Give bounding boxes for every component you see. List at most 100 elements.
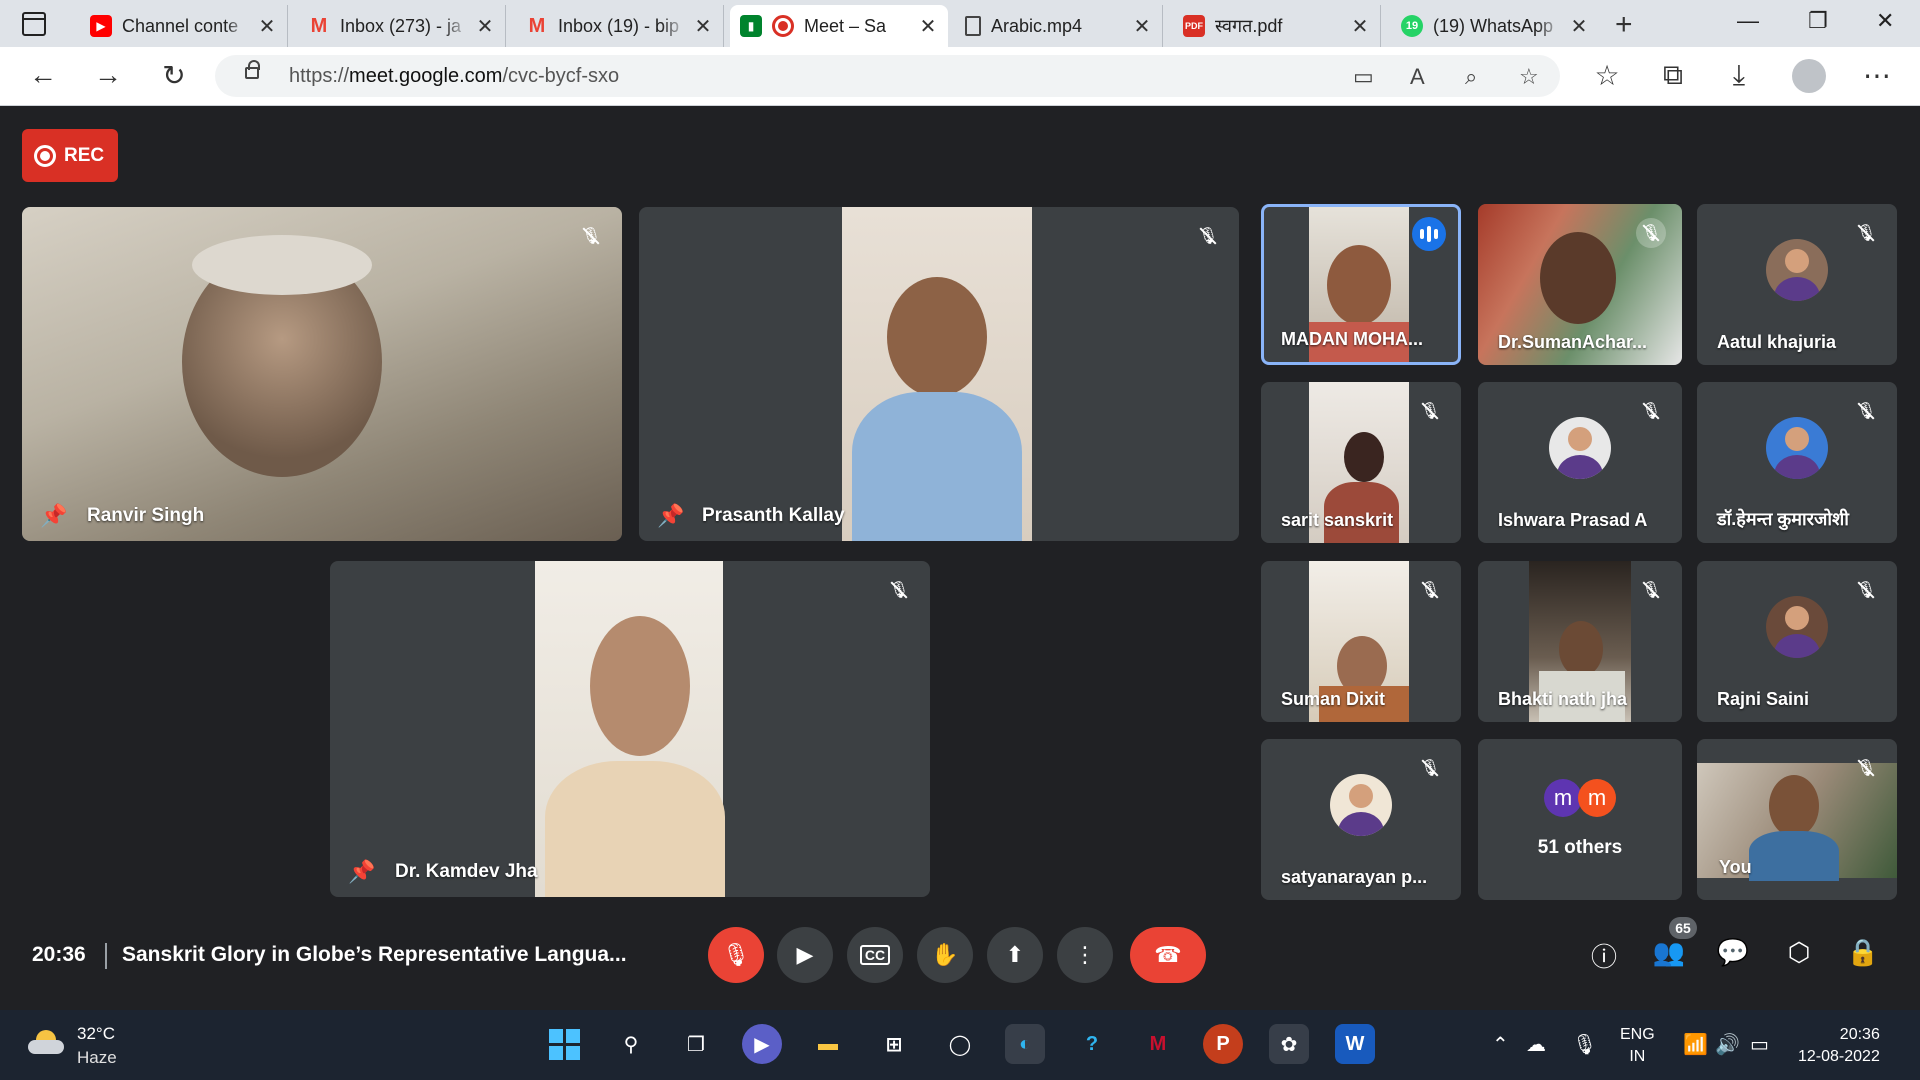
tab-title: स्वगत.pdf bbox=[1215, 16, 1283, 36]
wifi-icon[interactable]: 📶 bbox=[1683, 1032, 1708, 1057]
search-icon[interactable]: ⚲ bbox=[611, 1024, 651, 1064]
pin-icon[interactable]: 📌 bbox=[657, 503, 684, 529]
github-icon[interactable]: ◯ bbox=[940, 1024, 980, 1064]
participant-tile-prasanth[interactable]: 🎙 📌 Prasanth Kallay bbox=[639, 207, 1239, 541]
system-clock[interactable]: 20:36 12-08-2022 bbox=[1798, 1024, 1880, 1068]
lock-icon[interactable] bbox=[245, 60, 260, 79]
present-screen-icon: ⬆ bbox=[1005, 942, 1025, 967]
weather-temperature[interactable]: 32°C bbox=[77, 1024, 115, 1044]
raise-hand-button[interactable]: ✋ bbox=[917, 927, 973, 983]
mic-off-icon: 🎙 bbox=[1636, 218, 1666, 248]
more-menu-icon[interactable]: ⋯ bbox=[1860, 59, 1894, 92]
participant-tile-ranvir[interactable]: 🎙 📌 Ranvir Singh bbox=[22, 207, 622, 541]
weather-haze-icon[interactable] bbox=[28, 1030, 64, 1054]
tab-pdf[interactable]: PDF स्वगत.pdf ✕ bbox=[1173, 5, 1381, 47]
help-icon[interactable]: ? bbox=[1072, 1024, 1112, 1064]
powerpoint-icon[interactable]: P bbox=[1203, 1024, 1243, 1064]
more-options-button[interactable]: ⋮ bbox=[1057, 927, 1113, 983]
tab-title: Inbox (19) - bip bbox=[558, 15, 680, 36]
pdf-icon: PDF bbox=[1183, 15, 1205, 37]
zoom-icon[interactable]: ⌕ bbox=[1465, 64, 1477, 90]
participant-tile-suman-achar[interactable]: 🎙 Dr.SumanAchar... bbox=[1478, 204, 1682, 365]
camera-toggle-button[interactable]: ▶ bbox=[777, 927, 833, 983]
profile-avatar[interactable] bbox=[1792, 59, 1826, 93]
participant-tile-aatul[interactable]: 🎙 Aatul khajuria bbox=[1697, 204, 1897, 365]
close-tab-icon[interactable]: ✕ bbox=[1569, 14, 1589, 39]
tab-meet[interactable]: ▮ Meet – Sa ✕ bbox=[730, 5, 948, 47]
mcafee-icon[interactable]: M bbox=[1138, 1024, 1178, 1064]
tab-arabic-file[interactable]: Arabic.mp4 ✕ bbox=[955, 5, 1163, 47]
file-explorer-icon[interactable]: ▬ bbox=[808, 1024, 848, 1064]
present-button[interactable]: ⬆ bbox=[987, 927, 1043, 983]
participant-tile-bhakti[interactable]: 🎙 Bhakti nath jha bbox=[1478, 561, 1682, 722]
tab-gmail-2[interactable]: M Inbox (19) - bip ✕ bbox=[516, 5, 724, 47]
mic-off-icon: 🎙 bbox=[1415, 575, 1445, 605]
participant-tile-satyanarayan[interactable]: 🎙 satyanarayan p... bbox=[1261, 739, 1461, 900]
tab-whatsapp[interactable]: 19 (19) WhatsApp ✕ bbox=[1391, 5, 1599, 47]
tab-actions-icon[interactable] bbox=[22, 12, 46, 36]
volume-icon[interactable]: 🔊 bbox=[1715, 1032, 1740, 1057]
pin-icon[interactable]: 📌 bbox=[40, 503, 67, 529]
host-controls-icon[interactable]: 🔒 bbox=[1843, 937, 1883, 968]
minimize-icon[interactable]: — bbox=[1737, 8, 1759, 34]
close-tab-icon[interactable]: ✕ bbox=[918, 14, 938, 39]
chat-icon[interactable]: 💬 bbox=[1713, 937, 1753, 968]
close-tab-icon[interactable]: ✕ bbox=[1350, 14, 1370, 39]
close-tab-icon[interactable]: ✕ bbox=[1132, 14, 1152, 39]
add-favorite-icon[interactable]: ☆ bbox=[1519, 64, 1539, 90]
activities-icon[interactable]: ⬡ bbox=[1779, 937, 1819, 968]
collections-icon[interactable]: ⧉ bbox=[1656, 59, 1690, 92]
participant-tile-madan[interactable]: MADAN MOHA... bbox=[1261, 204, 1461, 365]
captions-button[interactable]: CC bbox=[847, 927, 903, 983]
close-tab-icon[interactable]: ✕ bbox=[475, 14, 495, 39]
meeting-details-icon[interactable]: ⓘ bbox=[1584, 937, 1624, 974]
close-tab-icon[interactable]: ✕ bbox=[693, 14, 713, 39]
onedrive-icon[interactable]: ☁ bbox=[1526, 1032, 1546, 1057]
mic-toggle-button[interactable]: 🎙 bbox=[708, 927, 764, 983]
language-indicator[interactable]: ENG IN bbox=[1620, 1024, 1655, 1068]
camera-icon[interactable]: ▭ bbox=[1353, 64, 1374, 90]
tab-youtube[interactable]: ▶ Channel conte ✕ bbox=[80, 5, 288, 47]
back-icon[interactable]: ← bbox=[26, 59, 60, 91]
microsoft-store-icon[interactable]: ⊞ bbox=[874, 1024, 914, 1064]
battery-icon[interactable]: ▭ bbox=[1750, 1032, 1769, 1057]
edge-icon[interactable]: ◐ bbox=[1005, 1024, 1045, 1064]
teams-chat-icon[interactable]: ▶ bbox=[742, 1024, 782, 1064]
participant-tile-rajni[interactable]: 🎙 Rajni Saini bbox=[1697, 561, 1897, 722]
close-window-icon[interactable]: ✕ bbox=[1876, 8, 1894, 34]
favorites-icon[interactable]: ☆ bbox=[1590, 59, 1624, 92]
restore-icon[interactable]: ❐ bbox=[1808, 8, 1828, 34]
video-camera-icon: ▶ bbox=[796, 942, 814, 967]
participant-shirt bbox=[545, 761, 725, 897]
refresh-icon[interactable]: ↻ bbox=[157, 59, 191, 92]
people-icon[interactable]: 👥 bbox=[1649, 937, 1689, 968]
self-tile[interactable]: 🎙 You bbox=[1697, 739, 1897, 900]
address-bar[interactable]: https://meet.google.com/cvc-bycf-sxo ▭ A… bbox=[215, 55, 1560, 97]
read-aloud-icon[interactable]: A bbox=[1410, 64, 1425, 90]
photos-icon[interactable]: ✿ bbox=[1269, 1024, 1309, 1064]
others-tile[interactable]: m m 51 others bbox=[1478, 739, 1682, 900]
forward-icon[interactable]: → bbox=[91, 59, 125, 91]
weather-description[interactable]: Haze bbox=[77, 1048, 117, 1068]
participant-avatar bbox=[1766, 416, 1828, 479]
participant-tile-kamdev[interactable]: 🎙 📌 Dr. Kamdev Jha bbox=[330, 561, 930, 897]
task-view-icon[interactable]: ❐ bbox=[676, 1024, 716, 1064]
chevron-up-icon[interactable]: ⌃ bbox=[1492, 1032, 1509, 1057]
participant-tile-sarit[interactable]: 🎙 sarit sanskrit bbox=[1261, 382, 1461, 543]
participant-tile-suman-dixit[interactable]: 🎙 Suman Dixit bbox=[1261, 561, 1461, 722]
participant-tile-ishwara[interactable]: 🎙 Ishwara Prasad A bbox=[1478, 382, 1682, 543]
tab-gmail-1[interactable]: M Inbox (273) - ja ✕ bbox=[298, 5, 506, 47]
leave-call-button[interactable]: ☎ bbox=[1130, 927, 1206, 983]
microphone-icon[interactable]: 🎙 bbox=[1572, 1032, 1597, 1057]
participant-name: satyanarayan p... bbox=[1281, 867, 1428, 887]
pin-icon[interactable]: 📌 bbox=[348, 859, 375, 885]
recording-badge[interactable]: REC bbox=[22, 129, 118, 182]
close-tab-icon[interactable]: ✕ bbox=[257, 14, 277, 39]
word-icon[interactable]: W bbox=[1335, 1024, 1375, 1064]
start-icon[interactable] bbox=[544, 1024, 584, 1064]
participant-tile-hemant[interactable]: 🎙 डॉ.हेमन्त कुमारजोशी bbox=[1697, 382, 1897, 543]
new-tab-icon[interactable]: + bbox=[1615, 8, 1633, 42]
url-text[interactable]: https://meet.google.com/cvc-bycf-sxo bbox=[289, 65, 619, 88]
downloads-icon[interactable]: ⤓ bbox=[1722, 59, 1756, 92]
participant-name: डॉ.हेमन्त कुमारजोशी bbox=[1717, 509, 1849, 529]
